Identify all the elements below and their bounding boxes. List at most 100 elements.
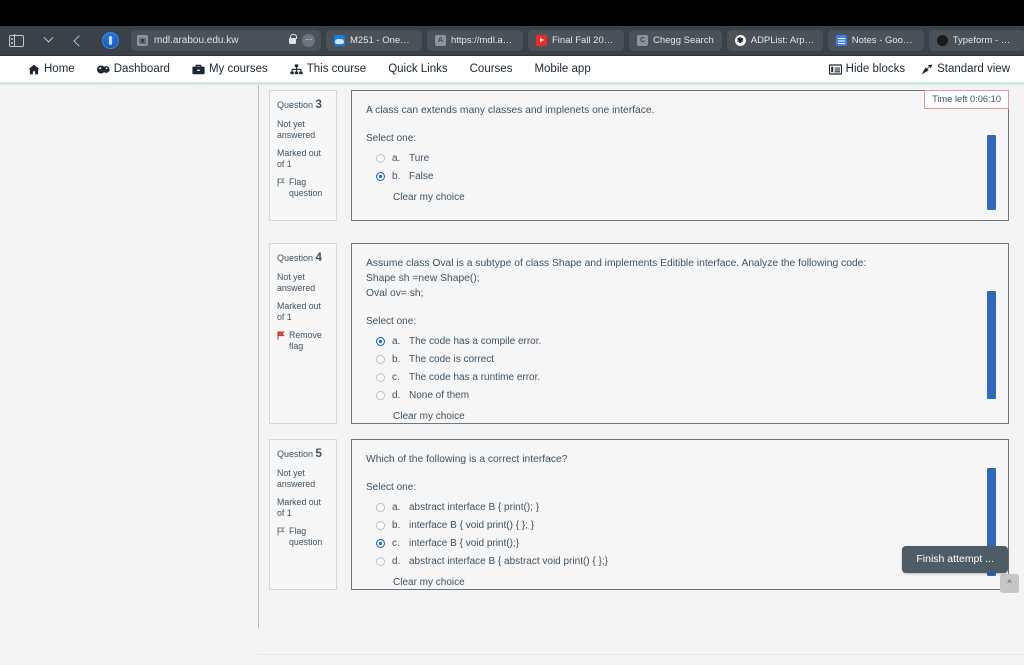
question-scrollbar[interactable] (987, 135, 996, 210)
more-options-icon[interactable]: ··· (302, 34, 315, 47)
nav-item-home[interactable]: Home (28, 63, 75, 75)
hide-blocks-icon (828, 63, 842, 75)
answer-option[interactable]: d. abstract interface B { abstract void … (376, 553, 992, 571)
remove-flag-button[interactable]: Remove flag (277, 330, 329, 352)
radio-button[interactable] (376, 503, 385, 513)
question-info-panel: Question 5 Not yet answered Marked out o… (269, 439, 337, 590)
question-block: Question 4 Not yet answered Marked out o… (269, 243, 1009, 424)
browser-tab[interactable]: C Chegg Search (629, 30, 722, 51)
browser-tab[interactable]: Notes - Googl... (827, 30, 924, 51)
option-letter: a. (392, 152, 401, 164)
browser-tab-label: Final Fall 2018... (552, 35, 616, 46)
quiz-timer-label: Time left 0:06:10 (932, 94, 1001, 104)
question-text: A class can extends many classes and imp… (366, 104, 992, 119)
moodle-navbar: Home Dashboard My courses This course Qu… (0, 56, 1024, 85)
answer-option[interactable]: c. interface B { void print();} (376, 535, 992, 553)
radio-button[interactable] (376, 373, 385, 383)
question-block: Question 5 Not yet answered Marked out o… (269, 439, 1009, 590)
option-label: The code is correct (409, 353, 495, 365)
flag-icon (277, 331, 285, 343)
sidebar-toggle-icon[interactable] (6, 31, 26, 51)
answer-option[interactable]: a. The code has a compile error. (376, 333, 992, 351)
answer-option[interactable]: d. None of them (376, 387, 992, 405)
page-favicon: ▣ (137, 35, 148, 46)
option-label: abstract interface B { print(); } (409, 501, 540, 513)
nav-item-this-course[interactable]: This course (290, 63, 366, 75)
answer-option[interactable]: b. The code is correct (376, 351, 992, 369)
radio-button[interactable] (376, 355, 385, 365)
radio-button[interactable] (376, 391, 385, 401)
radio-button[interactable] (376, 154, 385, 164)
browser-tab[interactable]: Typeform - Cr... (928, 30, 1024, 51)
nav-item-courses[interactable]: Courses (470, 63, 513, 75)
onedrive-icon (334, 35, 345, 46)
hide-blocks-button[interactable]: Hide blocks (828, 63, 905, 75)
option-letter: b. (392, 170, 401, 182)
option-label: None of them (409, 389, 470, 401)
question-number-label: Question (277, 100, 314, 110)
quiz-attempt-page: Question 3 Not yet answered Marked out o… (0, 85, 1024, 628)
nav-item-dashboard[interactable]: Dashboard (96, 63, 170, 75)
radio-button[interactable] (376, 172, 385, 182)
option-letter: b. (392, 353, 401, 365)
select-one-label: Select one: (366, 132, 417, 144)
nav-item-my-courses[interactable]: My courses (192, 63, 268, 75)
adplist-icon: ✾ (734, 35, 746, 46)
answer-option[interactable]: a. Ture (376, 150, 992, 168)
chevron-down-icon[interactable] (38, 31, 58, 51)
browser-tab-label: Chegg Search (653, 35, 714, 46)
answer-option[interactable]: c. The code has a runtime error. (376, 369, 992, 387)
radio-button[interactable] (376, 557, 385, 567)
scroll-to-top-button[interactable]: ^ (1000, 574, 1019, 593)
browser-tab[interactable]: A https://mdl.ara... (427, 30, 523, 51)
browser-tab-label: Typeform - Cr... (952, 35, 1017, 46)
clear-my-choice-link[interactable]: Clear my choice (366, 186, 992, 203)
browser-tab[interactable]: M251 - OneDri... (326, 30, 422, 51)
standard-view-label: Standard view (937, 63, 1010, 75)
answer-options: a. abstract interface B { print(); } b. … (366, 499, 992, 571)
radio-button[interactable] (376, 521, 385, 531)
answer-option[interactable]: b. interface B { void print() { }; } (376, 517, 992, 535)
nav-item-label: This course (306, 63, 367, 75)
question-status: Not yet answered (277, 272, 316, 294)
letter-c-icon: C (637, 35, 648, 46)
flag-question-button[interactable]: Flag question (277, 526, 329, 548)
flag-question-label: Flag question (289, 177, 323, 199)
question-number: Question 3 (277, 98, 329, 112)
page-left-rule (258, 85, 259, 628)
sitemap-icon (290, 63, 303, 75)
clear-my-choice-link[interactable]: Clear my choice (366, 405, 992, 422)
google-notes-icon (835, 35, 847, 46)
finish-attempt-button[interactable]: Finish attempt ... (902, 546, 1008, 573)
question-number-label: Question (277, 253, 314, 263)
question-scrollbar[interactable] (987, 291, 996, 399)
nav-item-quick-links[interactable]: Quick Links (388, 63, 447, 75)
radio-button[interactable] (376, 539, 385, 549)
question-number-value: 5 (315, 448, 322, 460)
letter-a-icon: A (435, 35, 446, 46)
option-letter: c. (392, 537, 400, 549)
radio-button[interactable] (376, 337, 385, 347)
browser-tab[interactable]: Final Fall 2018... (528, 30, 624, 51)
nav-item-label: Quick Links (388, 63, 448, 75)
standard-view-button[interactable]: Standard view (921, 63, 1010, 75)
flag-question-button[interactable]: Flag question (277, 177, 329, 199)
question-content: Time left 0:06:10 A class can extends ma… (351, 90, 1009, 221)
question-text-line: Shape sh =new Shape(); (366, 272, 480, 284)
browser-tab[interactable]: ✾ ADPList: Arpit... (726, 30, 823, 51)
option-letter: d. (392, 555, 401, 567)
answer-options: a. Ture b. False (366, 150, 992, 186)
nav-item-mobile-app[interactable]: Mobile app (534, 63, 590, 75)
typeform-icon (936, 35, 948, 46)
answer-option[interactable]: a. abstract interface B { print(); } (376, 499, 992, 517)
option-letter: c. (392, 371, 400, 383)
answer-option[interactable]: b. False (376, 168, 992, 186)
address-bar-url: mdl.arabou.edu.kw (154, 35, 239, 46)
option-label: False (409, 170, 434, 182)
firefox-logo-icon[interactable] (100, 31, 120, 51)
question-number: Question 5 (277, 447, 329, 461)
back-arrow-icon[interactable] (69, 31, 89, 51)
clear-my-choice-link[interactable]: Clear my choice (366, 571, 992, 588)
question-text-line: Oval ov= sh; (366, 287, 424, 299)
address-bar[interactable]: ▣ mdl.arabou.edu.kw ··· (131, 30, 321, 51)
